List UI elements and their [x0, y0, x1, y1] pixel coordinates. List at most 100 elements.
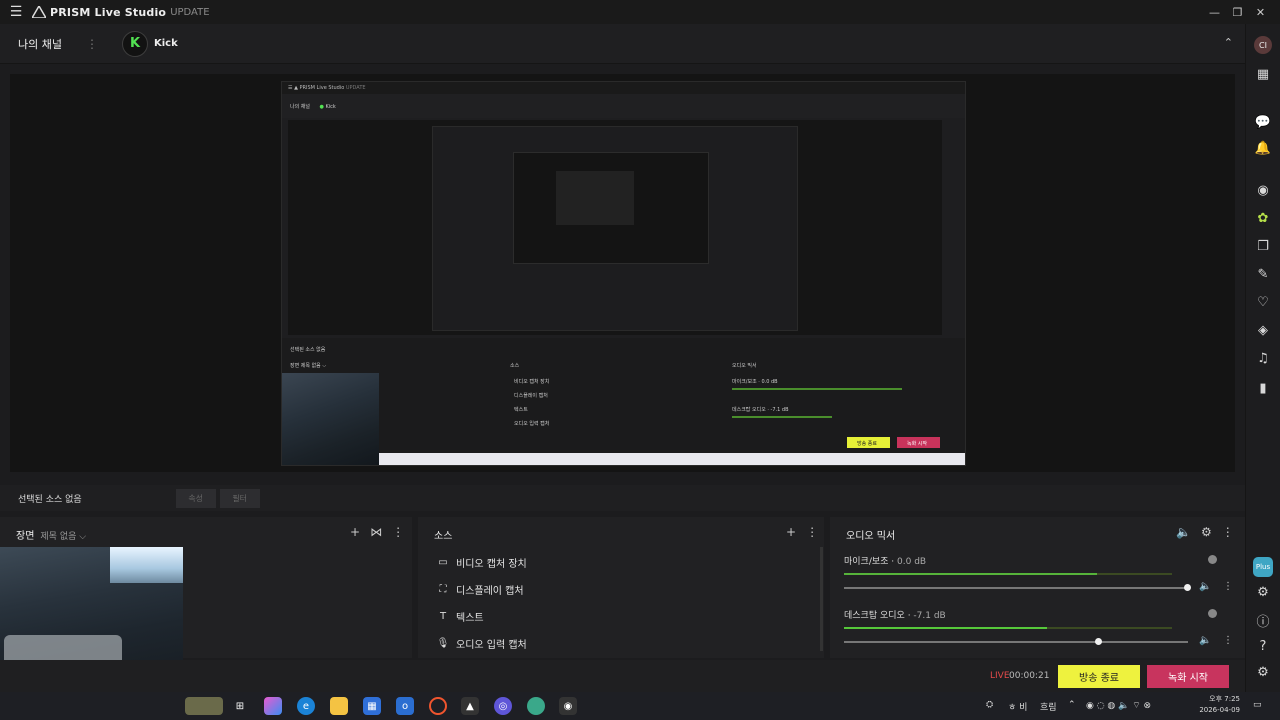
scene-more-icon[interactable]: ⋮: [392, 525, 404, 539]
effects-icon[interactable]: ✿: [1253, 208, 1273, 228]
copy-icon[interactable]: ❐: [1253, 236, 1273, 256]
start-recording-button[interactable]: 녹화 시작: [1147, 665, 1229, 688]
weather-widget-icon[interactable]: [185, 697, 223, 715]
scene-name-dropdown[interactable]: 제목 없음 ⌵: [40, 532, 86, 542]
source-item-audio-input[interactable]: 🎙 오디오 입력 캡처: [436, 636, 527, 651]
source-item-text[interactable]: T 텍스트: [436, 609, 484, 624]
settings-icon[interactable]: ⚙: [1253, 662, 1273, 682]
speaker-icon[interactable]: 🔈: [1176, 525, 1191, 539]
mixer-panel-title: 오디오 믹서: [846, 531, 896, 542]
clock-date: 2026-04-09: [1199, 706, 1240, 714]
mic-mute-toggle[interactable]: [1208, 555, 1217, 564]
scene-tools: + ⋈ ⋮: [350, 525, 404, 539]
preview-nested-window-2: [513, 152, 709, 264]
audio-mixer-panel: 오디오 믹서 🔈 ⚙ ⋮ 마이크/보조 · 0.0 dB 🔈 ⋮ 데스크탑 오디…: [830, 517, 1245, 658]
add-scene-icon[interactable]: +: [350, 525, 360, 539]
desktop-volume-track[interactable]: [844, 641, 1188, 643]
text-icon: T: [439, 611, 447, 622]
desktop-speaker-icon[interactable]: 🔈: [1199, 635, 1211, 646]
desktop-mute-toggle[interactable]: [1208, 609, 1217, 618]
weather-text: 흐림: [1040, 703, 1057, 713]
input-language[interactable]: ㅎ 비: [1008, 700, 1027, 713]
transition-icon[interactable]: ⋈: [370, 525, 382, 539]
battery-icon[interactable]: ▮: [1253, 378, 1273, 398]
preview-title-bar: ☰ ▲ PRISM Live Studio UPDATE: [282, 82, 965, 94]
edge-browser-icon[interactable]: e: [297, 697, 315, 715]
mic-volume-knob[interactable]: [1184, 584, 1191, 591]
source-item-display-capture[interactable]: ⛶ 디스플레이 캡처: [436, 582, 524, 597]
preview-platform: Kick: [325, 104, 336, 110]
no-source-label: 선택된 소스 없음: [18, 494, 82, 505]
network-icon[interactable]: ⛭: [986, 700, 993, 710]
kick-logo-icon[interactable]: K: [121, 30, 148, 57]
desktop-name: 데스크탑 오디오: [844, 611, 905, 621]
more-options-icon[interactable]: ⋮: [86, 37, 98, 51]
heart-icon[interactable]: ♡: [1253, 292, 1273, 312]
mixer-settings-icon[interactable]: ⚙: [1201, 525, 1212, 539]
app-window: ☰ PRISM Live Studio UPDATE — ❐ ✕ 나의 채널 ⋮…: [0, 0, 1280, 720]
source-item-video-capture[interactable]: ▭ 비디오 캡처 장치: [436, 555, 527, 570]
plus-badge[interactable]: Plus: [1253, 557, 1273, 577]
outlook-icon[interactable]: o: [396, 697, 414, 715]
end-broadcast-button[interactable]: 방송 종료: [1058, 665, 1140, 688]
opera-icon[interactable]: [429, 697, 447, 715]
chat-icon[interactable]: 💬: [1253, 112, 1273, 132]
task-view-icon[interactable]: ⊞: [231, 697, 249, 715]
bell-icon[interactable]: 🔔: [1253, 138, 1273, 158]
desktop-volume-knob[interactable]: [1094, 638, 1102, 645]
dashboard-icon[interactable]: ⚙: [1253, 582, 1273, 602]
music-icon[interactable]: ♫: [1253, 348, 1273, 368]
mic-more-icon[interactable]: ⋮: [1223, 581, 1233, 592]
camera-icon[interactable]: ◉: [1253, 180, 1273, 200]
copilot-icon[interactable]: [264, 697, 282, 715]
update-label[interactable]: UPDATE: [170, 7, 209, 18]
notification-icon[interactable]: ▭: [1253, 700, 1262, 710]
source-more-icon[interactable]: ⋮: [806, 525, 818, 539]
mic-volume-track[interactable]: [844, 587, 1188, 589]
system-clock[interactable]: 오후 7:25 2026-04-09: [1195, 694, 1240, 716]
store-icon[interactable]: ▦: [363, 697, 381, 715]
preview-rec-button: 녹화 시작: [897, 437, 940, 448]
restore-icon[interactable]: ❐: [1226, 0, 1249, 24]
live-indicator: LIVE: [990, 671, 1010, 681]
tray-icons[interactable]: ◉ ◌ ◍ 🔈 ⌔ ⊗: [1086, 700, 1151, 711]
source-label: 디스플레이 캡처: [456, 586, 524, 597]
preview-desk-meter: [732, 416, 832, 418]
preview-mic: 마이크/보조 · 0.0 dB: [732, 379, 778, 385]
filters-button[interactable]: 필터: [219, 488, 260, 508]
avatar[interactable]: CI: [1254, 36, 1272, 54]
app-title: PRISM Live Studio: [50, 5, 167, 19]
preview-source-2: 디스플레이 캡처: [514, 393, 548, 399]
display-capture-icon: ⛶: [439, 584, 447, 595]
channel-bar: 나의 채널 ⋮ K Kick ⌃: [0, 24, 1245, 64]
tray-chevron-icon[interactable]: ⌃: [1068, 700, 1076, 710]
discord-icon[interactable]: ◎: [494, 697, 512, 715]
properties-button[interactable]: 속성: [175, 488, 216, 508]
app-icon[interactable]: [527, 697, 545, 715]
collapse-chevron-up-icon[interactable]: ⌃: [1224, 36, 1233, 49]
minimize-icon[interactable]: —: [1203, 0, 1226, 24]
preview-taskbar: [379, 453, 965, 465]
source-scrollbar[interactable]: [820, 547, 823, 651]
preview-source-1: 비디오 캡처 장치: [514, 379, 550, 385]
clock-time: 오후 7:25: [1209, 695, 1240, 703]
add-source-icon[interactable]: +: [786, 525, 796, 539]
my-channel-label[interactable]: 나의 채널: [18, 36, 62, 52]
file-explorer-icon[interactable]: [330, 697, 348, 715]
preview-source-4: 오디오 입력 캡처: [514, 421, 550, 427]
signature-icon[interactable]: ✎: [1253, 264, 1273, 284]
sticker-icon[interactable]: ◈: [1253, 320, 1273, 340]
desktop-more-icon[interactable]: ⋮: [1223, 635, 1233, 646]
mixer-more-icon[interactable]: ⋮: [1222, 525, 1234, 539]
obs-icon[interactable]: ◉: [559, 697, 577, 715]
scene-panel-title: 장면 제목 없음 ⌵: [16, 527, 86, 542]
hamburger-menu-icon[interactable]: ☰: [0, 0, 32, 24]
preview-nested-window-3: [556, 171, 634, 225]
layout-icon[interactable]: ▦: [1253, 64, 1273, 84]
preview-sources-title: 소스: [510, 363, 520, 369]
mic-speaker-icon[interactable]: 🔈: [1199, 581, 1211, 592]
close-icon[interactable]: ✕: [1249, 0, 1272, 24]
help-icon[interactable]: ?: [1253, 636, 1273, 656]
prism-taskbar-icon[interactable]: ▲: [461, 697, 479, 715]
info-icon[interactable]: ⓘ: [1253, 610, 1273, 630]
